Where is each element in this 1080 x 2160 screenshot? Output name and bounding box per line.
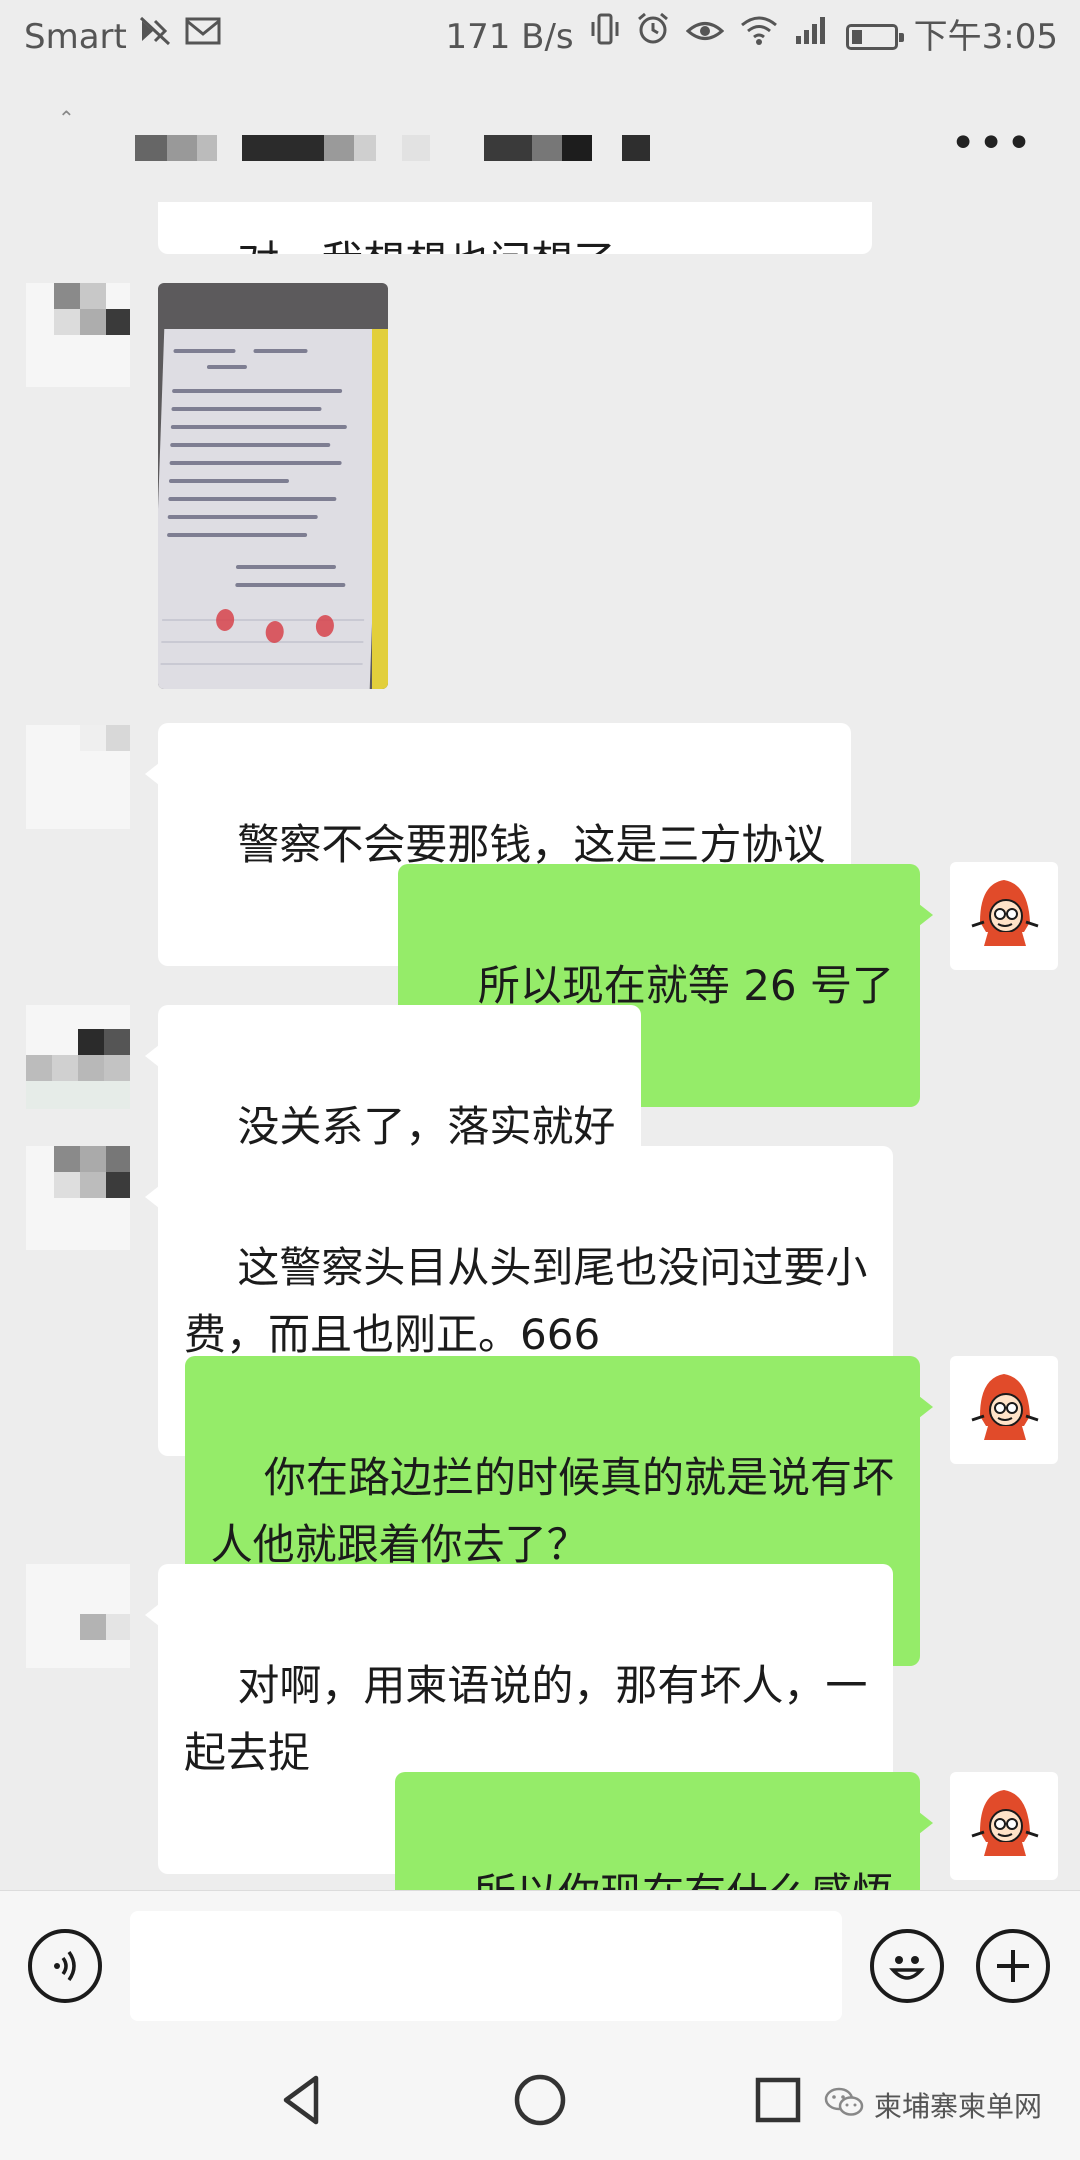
my-avatar[interactable] [950, 862, 1058, 970]
back-triangle-icon[interactable] [272, 2070, 332, 2130]
alarm-icon [636, 0, 670, 74]
message-text: 对啊，用柬语说的，那有坏人，一 起去捉 [184, 1661, 868, 1777]
mail-icon [185, 0, 223, 74]
message-text-input[interactable] [130, 1911, 842, 2021]
emoji-icon[interactable] [870, 1929, 944, 2003]
eye-icon [685, 0, 724, 74]
chat-message-list[interactable]: 对，我想想也问想了 [0, 202, 1080, 1890]
carrier-label: Smart [24, 17, 127, 57]
contact-avatar[interactable] [26, 1564, 130, 1668]
message-text: 你在路边拦的时候真的就是说有坏 人他就跟着你去了？ [210, 1453, 894, 1569]
message-bubble-incoming[interactable]: 对，我想想也问想了 [158, 202, 872, 254]
message-text: 没关系了，落实就好 [237, 1102, 616, 1151]
agreement-paper [158, 329, 383, 689]
message-text: 警察不会要那钱，这是三方协议 [237, 820, 826, 869]
contact-avatar[interactable] [26, 1005, 130, 1109]
watermark: 柬埔寨柬单网 [824, 2085, 1042, 2125]
back-arrow-icon[interactable]: ⌃ [58, 106, 75, 130]
my-avatar[interactable] [950, 1772, 1058, 1880]
message-text: 对，我想想也问想了 [237, 237, 615, 254]
recents-square-icon[interactable] [748, 2070, 808, 2130]
message-input-bar [0, 1890, 1080, 2040]
status-bar: Smart 171 B/s 下午3:05 [0, 0, 1080, 74]
plus-icon[interactable] [976, 1929, 1050, 2003]
chat-title-bar: ⌃ ••• [0, 74, 1080, 202]
mute-icon [139, 0, 173, 74]
folder-edge [372, 329, 388, 689]
image-message-agreement-photo[interactable] [158, 283, 388, 689]
voice-icon[interactable] [28, 1929, 102, 2003]
wechat-icon [824, 2086, 864, 2125]
more-options-icon[interactable]: ••• [950, 122, 1034, 166]
signal-icon [794, 0, 830, 74]
vibrate-icon [590, 0, 620, 74]
message-text: 所以你现在有什么感悟 [474, 1869, 894, 1890]
message-bubble-outgoing[interactable]: 所以你现在有什么感悟 [394, 1772, 934, 1890]
contact-avatar[interactable] [26, 725, 130, 829]
message-text: 所以现在就等 26 号了 [477, 961, 894, 1010]
wifi-icon [740, 0, 778, 74]
home-circle-icon[interactable] [510, 2070, 570, 2130]
net-speed-label: 171 B/s [445, 17, 574, 57]
battery-icon [845, 24, 904, 50]
watermark-text: 柬埔寨柬单网 [873, 2090, 1042, 2123]
message-text: 这警察头目从头到尾也没问过要小 费，而且也刚正。666 [184, 1243, 868, 1359]
clock-label: 下午3:05 [913, 17, 1058, 57]
my-avatar[interactable] [950, 1356, 1058, 1464]
contact-avatar[interactable] [26, 283, 130, 387]
contact-avatar[interactable] [26, 1146, 130, 1250]
